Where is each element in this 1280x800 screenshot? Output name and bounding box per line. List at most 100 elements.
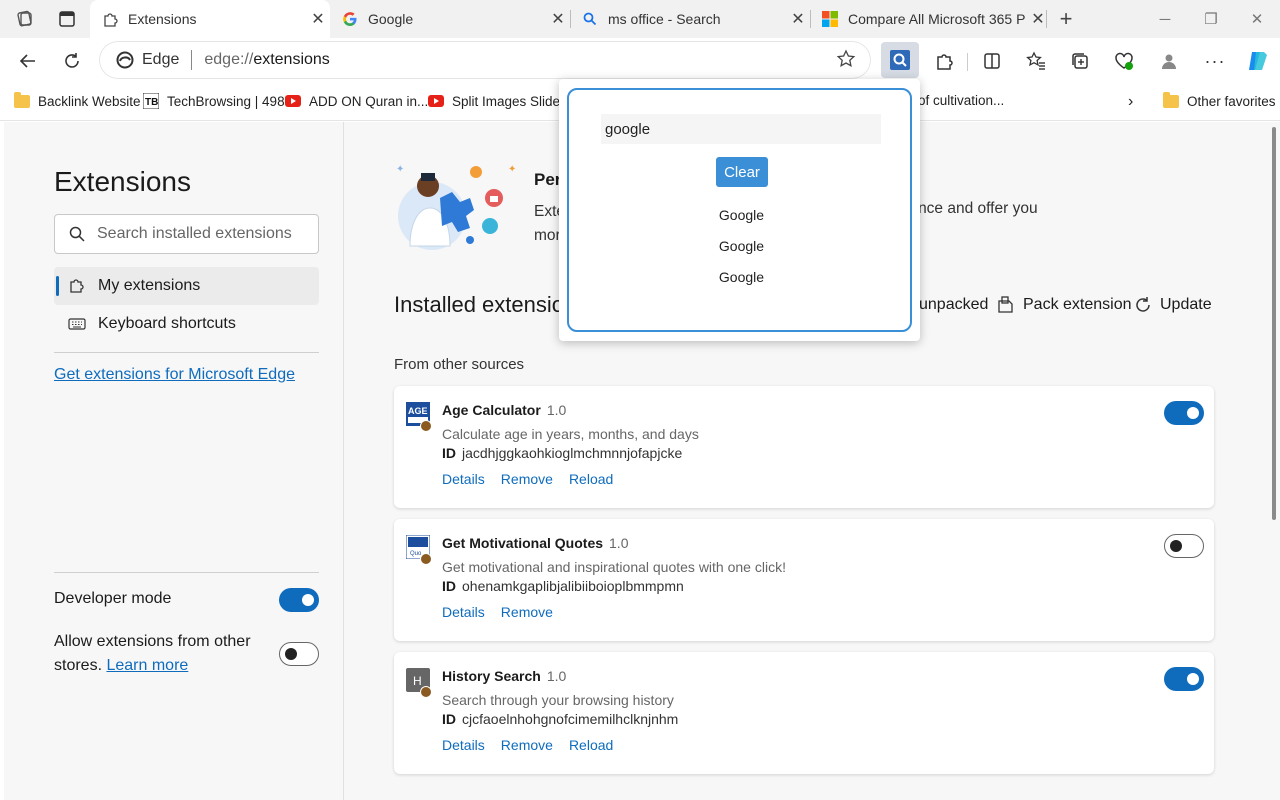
profile-avatar-icon[interactable] (1153, 45, 1185, 77)
tab-extensions[interactable]: Extensions ✕ (90, 0, 330, 38)
tab-title: ms office - Search (608, 11, 721, 27)
pack-extension-button[interactable]: Pack extension (997, 296, 1132, 314)
svg-text:AGE: AGE (408, 406, 428, 416)
address-bar[interactable]: Edge edge://extensions (100, 42, 870, 78)
url-text: edge://extensions (204, 51, 330, 68)
microsoft-icon (822, 11, 838, 27)
favorite-cultivation[interactable]: of cultivation... (918, 93, 1004, 108)
favorite-other-favorites[interactable]: Other favorites (1163, 91, 1276, 109)
tab-compare-microsoft-365[interactable]: Compare All Microsoft 365 Plans ✕ (810, 0, 1050, 38)
promo-text-tail: ience and offer you (906, 200, 1038, 217)
remove-link[interactable]: Remove (501, 737, 553, 753)
tab-ms-office-search[interactable]: ms office - Search ✕ (570, 0, 810, 38)
extension-links: Details Remove (442, 604, 553, 620)
load-unpacked-button[interactable]: unpacked (919, 296, 988, 314)
package-icon (998, 296, 1013, 313)
details-link[interactable]: Details (442, 604, 485, 620)
tb-icon: TB (143, 93, 159, 109)
promo-title: Per (534, 170, 562, 189)
google-icon (342, 11, 358, 27)
search-result-item[interactable]: Google (569, 238, 914, 254)
extensions-icon[interactable] (928, 45, 960, 77)
collections-icon[interactable] (1064, 45, 1096, 77)
window-close-icon[interactable]: ✕ (1234, 0, 1280, 38)
reload-link[interactable]: Reload (569, 471, 613, 487)
divider (54, 572, 319, 573)
developer-mode-toggle[interactable] (279, 588, 319, 612)
developer-badge-icon (420, 553, 432, 565)
close-tab-icon[interactable]: ✕ (786, 9, 810, 29)
svg-text:✦: ✦ (508, 164, 516, 175)
favorite-techbrowsing[interactable]: TB TechBrowsing | 498 (143, 93, 285, 109)
popup-search-input[interactable] (601, 114, 881, 144)
back-icon[interactable] (12, 45, 44, 77)
youtube-icon (285, 93, 301, 109)
get-extensions-link[interactable]: Get extensions for Microsoft Edge (54, 366, 295, 384)
nav-keyboard-shortcuts[interactable]: Keyboard shortcuts (54, 305, 319, 343)
more-menu-icon[interactable]: ··· (1199, 45, 1231, 77)
browser-essentials-icon[interactable] (1108, 45, 1140, 77)
extension-id: ID cjcfaoelnhohgnofcimemilhclknjnhm (442, 711, 679, 727)
extension-enable-toggle[interactable] (1164, 534, 1204, 558)
minimize-icon[interactable]: ─ (1142, 0, 1188, 38)
personalize-illustration: ✦ ✦ (396, 164, 516, 250)
search-placeholder: Search installed extensions (97, 225, 292, 242)
tab-title: Compare All Microsoft 365 Plans (848, 11, 1026, 27)
search-installed-extensions-input[interactable]: Search installed extensions (54, 214, 319, 254)
edge-badge: Edge (116, 51, 179, 69)
close-tab-icon[interactable]: ✕ (306, 9, 330, 29)
edge-label: Edge (142, 51, 180, 68)
favorite-backlink-website[interactable]: Backlink Website (14, 91, 141, 109)
page-scrollbar[interactable] (1272, 127, 1276, 520)
favorite-split-images[interactable]: Split Images Slides... (428, 93, 578, 109)
refresh-icon (1136, 297, 1150, 312)
nav-my-extensions[interactable]: My extensions (54, 267, 319, 305)
puzzle-icon (70, 279, 84, 293)
extension-id: ID jacdhjggkaohkioglmchmnnjofapjcke (442, 445, 683, 461)
favorites-overflow-chevron-icon[interactable]: › (1128, 93, 1133, 111)
developer-mode-label: Developer mode (54, 590, 172, 607)
reload-link[interactable]: Reload (569, 737, 613, 753)
tab-actions-icon[interactable] (56, 8, 78, 30)
extension-card-age-calculator: AGE Age Calculator 1.0 Calculate age in y… (394, 386, 1214, 508)
svg-text:H: H (413, 674, 422, 688)
extension-card-history-search: H History Search 1.0 Search through your … (394, 652, 1214, 774)
new-tab-icon[interactable]: + (1055, 6, 1077, 31)
favorite-add-on-quran[interactable]: ADD ON Quran in... (285, 93, 428, 109)
clear-button[interactable]: Clear (716, 157, 768, 187)
extension-description: Get motivational and inspirational quote… (442, 559, 786, 575)
popup-panel: Clear Google Google Google (567, 88, 912, 332)
copilot-icon[interactable] (1242, 45, 1274, 77)
search-result-item[interactable]: Google (569, 207, 914, 223)
favorites-icon[interactable] (1020, 45, 1052, 77)
extension-card-motivational-quotes: Quo Get Motivational Quotes 1.0 Get motiv… (394, 519, 1214, 641)
maximize-icon[interactable]: ❐ (1188, 0, 1234, 38)
folder-icon (14, 91, 30, 109)
close-tab-icon[interactable]: ✕ (546, 9, 570, 29)
tab-title: Google (368, 11, 414, 27)
developer-badge-icon (420, 686, 432, 698)
details-link[interactable]: Details (442, 471, 485, 487)
extension-enable-toggle[interactable] (1164, 667, 1204, 691)
divider (54, 352, 319, 353)
workspaces-icon[interactable] (14, 8, 36, 30)
refresh-icon[interactable] (56, 45, 88, 77)
tab-google[interactable]: Google ✕ (330, 0, 570, 38)
allow-other-stores-toggle[interactable] (279, 642, 319, 666)
sidebar: Extensions Search installed extensions M… (4, 122, 344, 800)
search-extension-icon[interactable] (881, 42, 919, 78)
learn-more-link[interactable]: Learn more (106, 657, 188, 674)
section-from-other-sources: From other sources (394, 356, 525, 373)
remove-link[interactable]: Remove (501, 604, 553, 620)
details-link[interactable]: Details (442, 737, 485, 753)
extension-enable-toggle[interactable] (1164, 401, 1204, 425)
remove-link[interactable]: Remove (501, 471, 553, 487)
folder-icon (1163, 91, 1179, 109)
extension-description: Search through your browsing history (442, 692, 674, 708)
search-result-item[interactable]: Google (569, 269, 914, 285)
update-button[interactable]: Update (1134, 296, 1212, 314)
favorite-star-icon[interactable] (836, 49, 856, 74)
extension-name: Get Motivational Quotes 1.0 (442, 535, 629, 551)
split-screen-icon[interactable] (976, 45, 1008, 77)
svg-text:TB: TB (145, 97, 158, 108)
